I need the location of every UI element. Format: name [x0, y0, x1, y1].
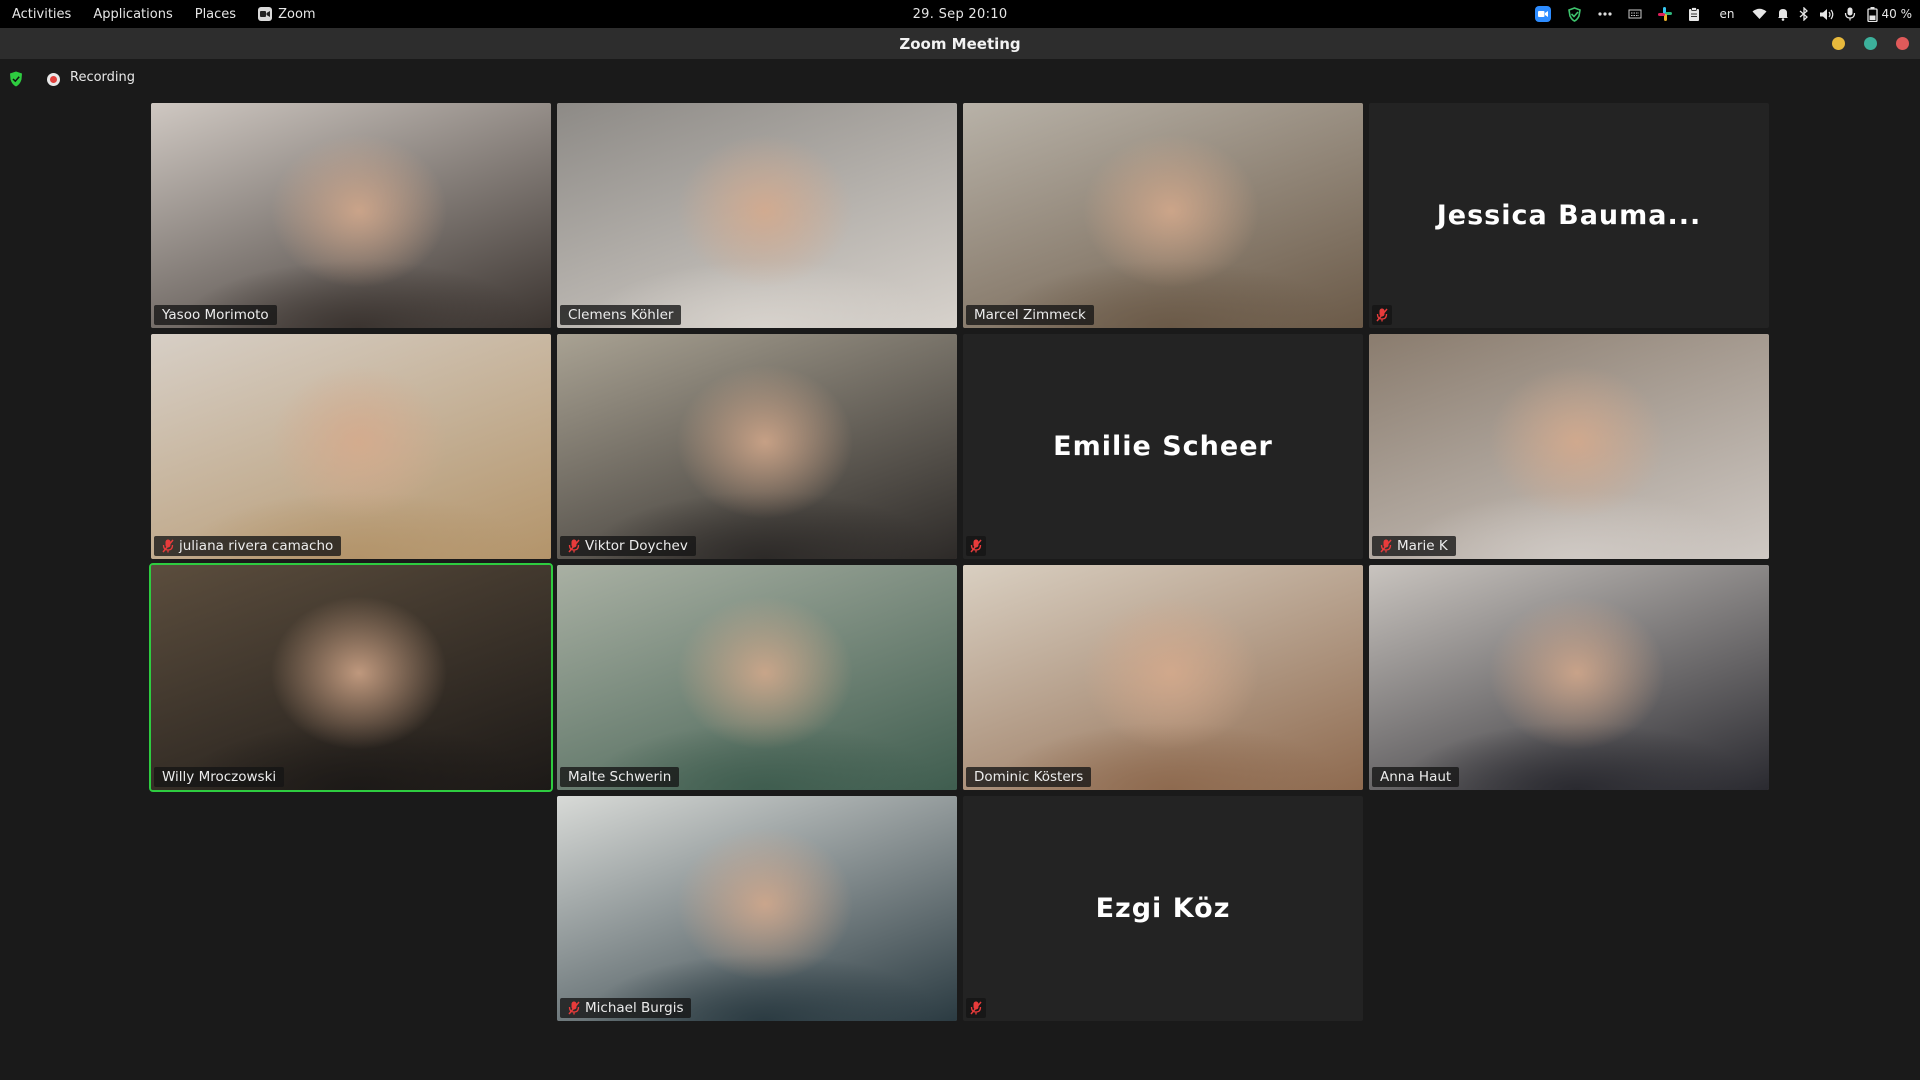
volume-icon[interactable]	[1814, 0, 1839, 28]
participant-tile[interactable]: Marcel Zimmeck	[963, 103, 1363, 328]
muted-microphone-icon	[1380, 539, 1392, 553]
participant-name-tag: Yasoo Morimoto	[154, 305, 277, 325]
zoom-app-icon	[258, 7, 273, 21]
app-menu-label: Zoom	[278, 6, 316, 22]
participant-name: Malte Schwerin	[568, 769, 672, 785]
participant-name-tag: Clemens Köhler	[560, 305, 682, 325]
participant-video	[557, 796, 957, 1021]
clock-datetime[interactable]: 29. Sep 20:10	[913, 7, 1008, 22]
participant-video	[557, 565, 957, 790]
encryption-shield-icon[interactable]	[9, 71, 23, 91]
participant-name: Marie K	[1397, 538, 1448, 554]
participant-tile[interactable]: Willy Mroczowski	[149, 563, 553, 792]
applications-label: Applications	[93, 6, 173, 22]
maximize-button[interactable]	[1864, 37, 1877, 50]
meeting-info-bar: Recording	[0, 59, 1920, 99]
muted-microphone-icon	[162, 539, 174, 553]
participant-tile[interactable]: Viktor Doychev	[557, 334, 957, 559]
participant-name: Michael Burgis	[585, 1000, 684, 1016]
recording-dot-icon[interactable]	[47, 73, 60, 86]
battery-label: 40 %	[1881, 7, 1913, 21]
participant-tile[interactable]: juliana rivera camacho	[151, 334, 551, 559]
participant-name: Clemens Köhler	[568, 307, 674, 323]
participant-name-tag: Michael Burgis	[560, 998, 692, 1018]
participant-name: juliana rivera camacho	[179, 538, 334, 554]
participant-tile[interactable]: Anna Haut	[1369, 565, 1769, 790]
battery-percentage[interactable]: 40 %	[1882, 0, 1920, 28]
participant-name-tag: juliana rivera camacho	[154, 536, 342, 556]
participant-tile[interactable]: Dominic Kösters	[963, 565, 1363, 790]
activities-label: Activities	[12, 6, 72, 22]
muted-microphone-icon	[1372, 305, 1392, 325]
participant-name-tag: Viktor Doychev	[560, 536, 696, 556]
participant-video	[1369, 334, 1769, 559]
clipboard-icon[interactable]	[1680, 0, 1708, 28]
participant-name: Dominic Kösters	[974, 769, 1084, 785]
participant-tile[interactable]: Michael Burgis	[557, 796, 957, 1021]
participant-tile[interactable]: Marie K	[1369, 334, 1769, 559]
participant-name: Yasoo Morimoto	[162, 307, 269, 323]
participant-tile[interactable]: Emilie Scheer	[963, 334, 1363, 559]
participant-tile[interactable]: Malte Schwerin	[557, 565, 957, 790]
vpn-shield-icon[interactable]	[1559, 0, 1590, 28]
participant-name-tag: Willy Mroczowski	[154, 767, 285, 787]
keyboard-layout-label: en	[1719, 7, 1735, 21]
recording-label[interactable]: Recording	[70, 70, 135, 85]
keyboard-icon[interactable]	[1620, 0, 1650, 28]
participant-name-tag: Malte Schwerin	[560, 767, 680, 787]
activities-button[interactable]: Activities	[0, 0, 82, 28]
applications-menu[interactable]: Applications	[82, 0, 183, 28]
participant-name-tag: Dominic Kösters	[966, 767, 1092, 787]
battery-icon[interactable]	[1861, 0, 1882, 28]
participant-name: Willy Mroczowski	[162, 769, 277, 785]
muted-microphone-icon	[568, 539, 580, 553]
window-title: Zoom Meeting	[899, 34, 1021, 53]
participant-tile[interactable]: Ezgi Köz	[963, 796, 1363, 1021]
microphone-tray-icon[interactable]	[1839, 0, 1861, 28]
participant-video	[1369, 565, 1769, 790]
participant-name-tag: Marie K	[1372, 536, 1456, 556]
system-top-bar: Activities Applications Places Zoom 29. …	[0, 0, 1920, 28]
participant-name-tag: Marcel Zimmeck	[966, 305, 1094, 325]
participant-display-name: Jessica Bauma...	[1436, 200, 1702, 231]
participant-video	[963, 565, 1363, 790]
participant-name: Viktor Doychev	[585, 538, 688, 554]
participant-name: Marcel Zimmeck	[974, 307, 1086, 323]
participant-tile[interactable]: Jessica Bauma...	[1369, 103, 1769, 328]
participant-display-name: Emilie Scheer	[1053, 431, 1273, 462]
slack-icon[interactable]	[1650, 0, 1680, 28]
muted-microphone-icon	[966, 536, 986, 556]
participant-name-tag: Anna Haut	[1372, 767, 1460, 787]
participant-video	[151, 103, 551, 328]
participant-video	[963, 103, 1363, 328]
minimize-button[interactable]	[1832, 37, 1845, 50]
more-dots-icon[interactable]	[1590, 0, 1620, 28]
participant-video	[557, 103, 957, 328]
notification-bell-icon[interactable]	[1772, 0, 1794, 28]
zoom-tray-icon[interactable]	[1527, 0, 1559, 28]
keyboard-layout-indicator[interactable]: en	[1708, 0, 1747, 28]
places-label: Places	[194, 6, 237, 22]
wifi-icon[interactable]	[1747, 0, 1772, 28]
participant-display-name: Ezgi Köz	[1095, 893, 1231, 924]
participant-name: Anna Haut	[1380, 769, 1452, 785]
places-menu[interactable]: Places	[184, 0, 247, 28]
muted-microphone-icon	[966, 998, 986, 1018]
app-menu-zoom[interactable]: Zoom	[247, 0, 326, 28]
window-title-bar[interactable]: Zoom Meeting	[0, 28, 1920, 59]
participant-video	[151, 565, 551, 790]
participant-video	[151, 334, 551, 559]
close-button[interactable]	[1896, 37, 1909, 50]
participant-tile[interactable]: Yasoo Morimoto	[151, 103, 551, 328]
participant-video	[557, 334, 957, 559]
muted-microphone-icon	[568, 1001, 580, 1015]
participant-tile[interactable]: Clemens Köhler	[557, 103, 957, 328]
bluetooth-icon[interactable]	[1794, 0, 1814, 28]
